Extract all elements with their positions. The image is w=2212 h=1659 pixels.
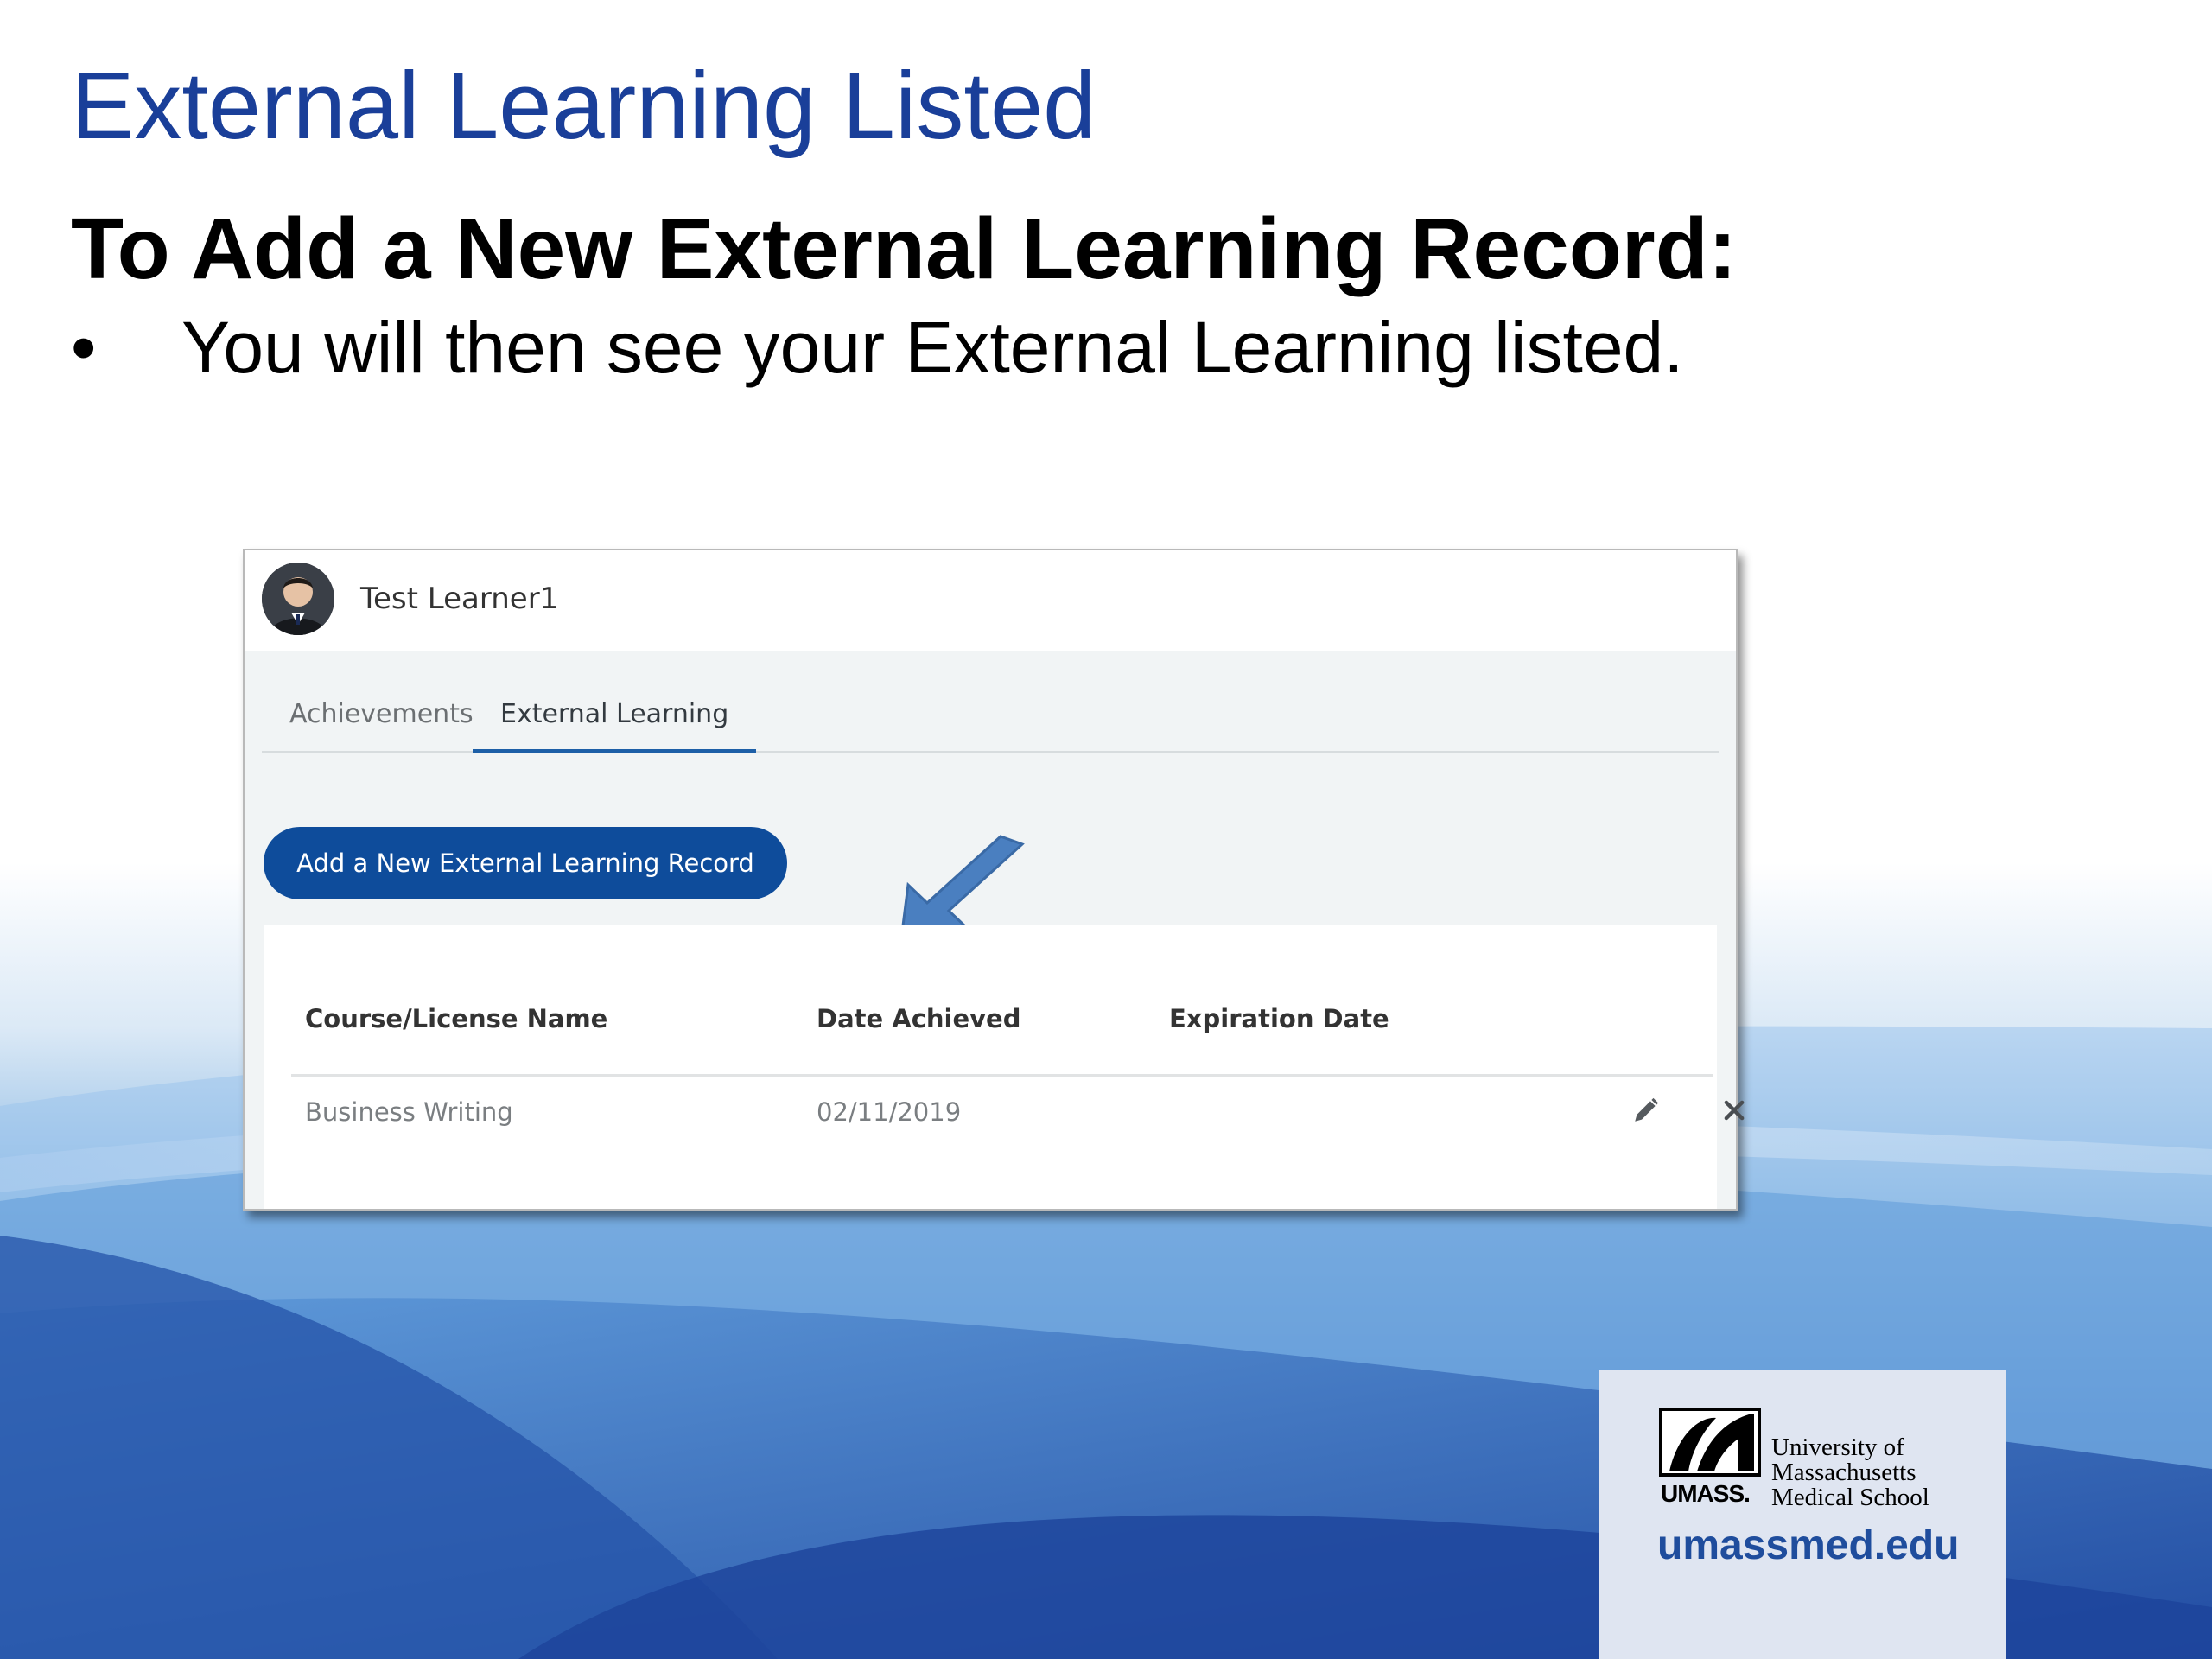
pencil-icon[interactable] xyxy=(1627,1091,1665,1129)
close-icon[interactable] xyxy=(1715,1091,1753,1129)
user-header: Test Learner1 xyxy=(245,550,1736,651)
cell-course-name: Business Writing xyxy=(305,1097,513,1127)
slide-subtitle: To Add a New External Learning Record: xyxy=(71,200,1738,297)
logo-wordmark: UMASS. xyxy=(1661,1480,1751,1507)
column-header-date-achieved[interactable]: Date Achieved xyxy=(817,1001,1021,1036)
tab-strip: Achievements External Learning xyxy=(262,680,1719,753)
logo-line-2: Massachusetts xyxy=(1771,1459,1916,1486)
logo-institution-name: University of Massachusetts Medical Scho… xyxy=(1771,1435,1929,1510)
add-external-learning-button[interactable]: Add a New External Learning Record xyxy=(264,827,787,899)
user-name: Test Learner1 xyxy=(360,582,559,616)
cell-date-achieved: 02/11/2019 xyxy=(817,1097,962,1127)
logo-line-1: University of xyxy=(1771,1433,1904,1461)
external-learning-panel: Test Learner1 Achievements External Lear… xyxy=(243,549,1745,1211)
bullet-text: You will then see your External Learning… xyxy=(181,307,1684,388)
umass-logo: UMASS. University of Massachusetts Medic… xyxy=(1599,1370,2006,1659)
tab-external-learning[interactable]: External Learning xyxy=(473,680,757,753)
umass-logo-mark xyxy=(1659,1408,1761,1477)
logo-url[interactable]: umassmed.edu xyxy=(1657,1520,1959,1572)
slide-title: External Learning Listed xyxy=(71,53,1096,159)
arrow-down-left-icon xyxy=(901,835,1025,939)
logo-line-3: Medical School xyxy=(1771,1484,1929,1511)
tab-achievements[interactable]: Achievements xyxy=(262,680,501,749)
external-learning-table: Course/License Name Date Achieved Expira… xyxy=(264,925,1745,1209)
column-header-expiration-date[interactable]: Expiration Date xyxy=(1169,1001,1389,1036)
avatar-icon xyxy=(262,563,334,635)
table-divider xyxy=(291,1074,1713,1077)
bullet-symbol: • xyxy=(71,307,97,388)
avatar[interactable] xyxy=(262,563,334,635)
column-header-course-name[interactable]: Course/License Name xyxy=(305,1001,607,1036)
